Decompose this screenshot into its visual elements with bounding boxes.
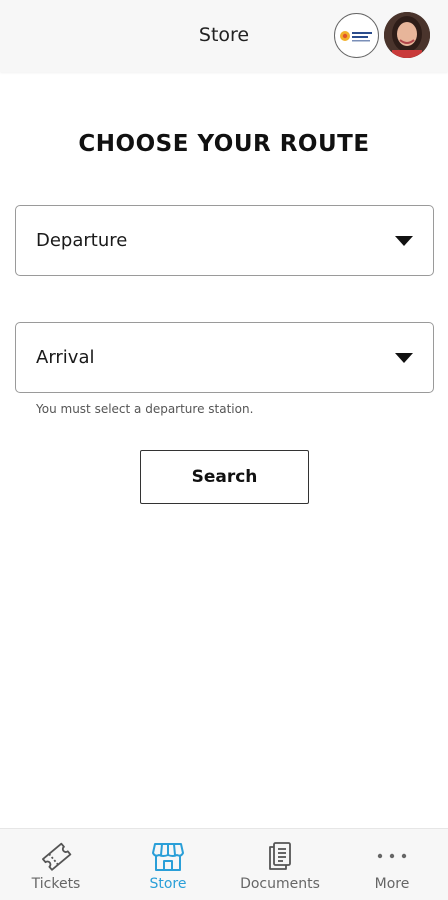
nav-item-more[interactable]: More [336,829,448,900]
nav-label-more: More [374,876,410,892]
chevron-down-icon [395,353,413,363]
page-title: CHOOSE YOUR ROUTE [78,131,370,157]
ticket-icon [0,839,112,873]
departure-select-value: Departure [36,230,128,251]
bottom-nav: Tickets Store Documents More [0,828,448,900]
nav-item-store[interactable]: Store [112,829,224,900]
avatar[interactable] [384,12,430,58]
departure-select[interactable]: Departure [15,205,434,276]
avatar-icon [384,12,430,58]
app: Store CHOOSE YOUR ROUTE Departure Arriva… [0,0,448,900]
nav-item-documents[interactable]: Documents [224,829,336,900]
documents-icon [224,839,336,873]
nav-label-store: Store [149,876,187,892]
more-icon [336,839,448,873]
page-header-title: Store [198,24,250,46]
search-button[interactable]: Search [140,450,309,504]
nav-item-tickets[interactable]: Tickets [0,829,112,900]
store-icon [112,839,224,873]
nav-label-documents: Documents [240,876,320,892]
arrival-select-value: Arrival [36,347,95,368]
validation-hint: You must select a departure station. [36,402,254,416]
arrival-select[interactable]: Arrival [15,322,434,393]
header: Store [0,0,448,72]
chevron-down-icon [395,236,413,246]
nav-label-tickets: Tickets [31,876,81,892]
brand-logo-icon [339,30,372,41]
brand-logo[interactable] [334,13,379,58]
